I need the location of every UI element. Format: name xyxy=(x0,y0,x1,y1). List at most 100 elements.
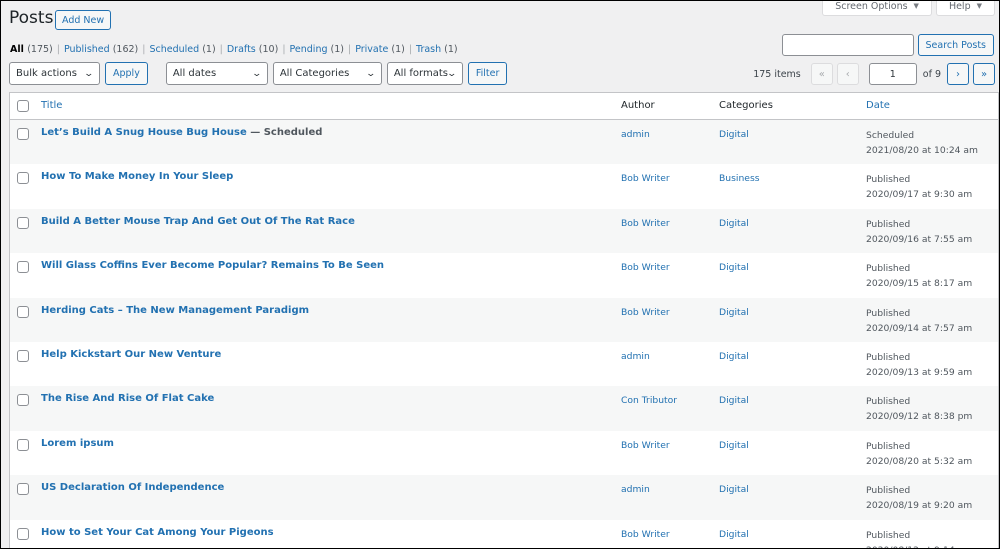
post-date: 2020/09/17 at 9:30 am xyxy=(866,189,973,201)
filter-label: Published xyxy=(63,44,110,55)
filter-count: (1) xyxy=(391,44,405,55)
post-title-link[interactable]: Lorem ipsum xyxy=(41,438,114,449)
filter-link-scheduled[interactable]: Scheduled (1) xyxy=(149,44,215,55)
post-author-link[interactable]: Bob Writer xyxy=(621,529,670,540)
post-category-link[interactable]: Digital xyxy=(719,351,749,362)
post-date-cell: Published 2020/09/13 at 9:59 am xyxy=(866,350,972,380)
date-filter-select[interactable]: All dates ⌄ xyxy=(165,62,268,85)
post-category-link[interactable]: Digital xyxy=(719,440,749,451)
post-date-cell: Published 2020/09/15 at 8:17 am xyxy=(866,261,972,291)
post-category-link[interactable]: Business xyxy=(719,173,760,184)
row-checkbox[interactable] xyxy=(17,483,29,496)
post-title-link[interactable]: Will Glass Coffins Ever Become Popular? … xyxy=(41,260,384,271)
help-button[interactable]: Help ▼ xyxy=(935,1,995,16)
post-title-link[interactable]: Build A Better Mouse Trap And Get Out Of… xyxy=(41,216,355,227)
filter-link-pending[interactable]: Pending (1) xyxy=(290,44,344,55)
filter-label: Scheduled xyxy=(149,44,200,55)
post-title-link[interactable]: Help Kickstart Our New Venture xyxy=(41,349,221,360)
row-checkbox[interactable] xyxy=(17,172,29,185)
post-author-link[interactable]: Bob Writer xyxy=(621,440,670,451)
filter-label: Private xyxy=(355,44,389,55)
current-page-input[interactable]: 1 xyxy=(868,63,917,85)
row-checkbox[interactable] xyxy=(17,438,29,451)
bulk-actions-value: Bulk actions xyxy=(16,68,77,79)
table-row: Will Glass Coffins Ever Become Popular? … xyxy=(10,253,998,297)
post-author-link[interactable]: Bob Writer xyxy=(621,307,670,318)
filter-label: Pending xyxy=(289,44,328,55)
post-title-link[interactable]: How to Set Your Cat Among Your Pigeons xyxy=(41,527,274,538)
bulk-actions-select[interactable]: Bulk actions ⌄ xyxy=(9,62,100,85)
filter-link-private[interactable]: Private (1) xyxy=(355,44,405,55)
post-category-link[interactable]: Digital xyxy=(719,484,749,495)
filter-count: (10) xyxy=(258,44,279,55)
categories-column-header: Categories xyxy=(719,100,773,111)
prev-page-button[interactable]: ‹ xyxy=(836,63,859,85)
search-box: Search Posts xyxy=(781,34,994,56)
post-category-link[interactable]: Digital xyxy=(719,218,749,229)
row-checkbox[interactable] xyxy=(17,305,29,318)
row-checkbox[interactable] xyxy=(17,261,29,274)
post-author-link[interactable]: Bob Writer xyxy=(621,262,670,273)
status-filter-links: All (175) | Published (162) | Scheduled (1) |… xyxy=(10,44,458,55)
row-checkbox[interactable] xyxy=(17,349,29,362)
post-status: Published xyxy=(866,485,911,497)
next-page-button[interactable]: › xyxy=(947,63,969,85)
post-status: Published xyxy=(866,351,911,363)
post-status: Published xyxy=(866,529,911,541)
apply-button[interactable]: Apply xyxy=(105,62,148,85)
filter-count: (1) xyxy=(330,44,344,55)
row-checkbox[interactable] xyxy=(17,527,29,540)
first-page-button[interactable]: « xyxy=(810,63,833,85)
post-date: 2020/09/16 at 7:55 am xyxy=(866,233,973,245)
post-author-link[interactable]: admin xyxy=(621,129,650,140)
row-checkbox[interactable] xyxy=(17,216,29,229)
post-author-link[interactable]: Bob Writer xyxy=(621,218,670,229)
post-title-link[interactable]: How To Make Money In Your Sleep xyxy=(41,171,233,182)
author-column-header: Author xyxy=(621,100,655,111)
last-page-button[interactable]: » xyxy=(973,63,995,85)
format-filter-value: All formats xyxy=(393,68,448,79)
search-posts-button[interactable]: Search Posts xyxy=(917,34,994,56)
post-title-link[interactable]: Herding Cats – The New Management Paradi… xyxy=(41,305,309,316)
post-author-link[interactable]: admin xyxy=(621,484,650,495)
filter-link-all[interactable]: All (175) xyxy=(10,44,53,55)
post-date-cell: Published 2020/09/14 at 7:57 am xyxy=(866,306,972,336)
table-row: Let’s Build A Snug House Bug House — Sch… xyxy=(10,120,998,165)
post-title-link[interactable]: The Rise And Rise Of Flat Cake xyxy=(41,393,214,404)
row-checkbox[interactable] xyxy=(17,128,29,140)
filter-link-published[interactable]: Published (162) xyxy=(64,44,138,55)
filter-count: (1) xyxy=(444,44,458,55)
row-checkbox[interactable] xyxy=(17,394,29,407)
posts-table: Title Author Categories Date Let’s Build… xyxy=(9,92,999,548)
category-filter-select[interactable]: All Categories ⌄ xyxy=(272,62,382,85)
filter-link-drafts[interactable]: Drafts (10) xyxy=(227,44,278,55)
search-input[interactable] xyxy=(781,34,914,56)
post-title-cell: Let’s Build A Snug House Bug House — Sch… xyxy=(41,127,322,138)
filter-button[interactable]: Filter xyxy=(467,62,508,85)
chevron-down-icon: ⌄ xyxy=(365,68,377,79)
post-date-cell: Published 2020/09/16 at 7:55 am xyxy=(866,217,972,247)
add-new-button[interactable]: Add New xyxy=(55,10,112,30)
post-title-cell: Lorem ipsum xyxy=(41,438,114,449)
table-row: The Rise And Rise Of Flat Cake Con Tribut… xyxy=(10,386,998,431)
post-category-link[interactable]: Digital xyxy=(719,395,749,406)
title-column-header[interactable]: Title xyxy=(41,100,62,111)
post-category-link[interactable]: Digital xyxy=(719,262,749,273)
date-column-header[interactable]: Date xyxy=(866,100,890,111)
filter-separator: | xyxy=(348,44,352,55)
post-status: Published xyxy=(866,440,911,452)
post-author-link[interactable]: Bob Writer xyxy=(621,173,670,184)
format-filter-select[interactable]: All formats ⌄ xyxy=(386,62,463,85)
filter-label: All xyxy=(10,44,24,55)
post-category-link[interactable]: Digital xyxy=(719,307,749,318)
post-author-link[interactable]: admin xyxy=(621,351,650,362)
post-category-link[interactable]: Digital xyxy=(719,129,749,140)
select-all-checkbox[interactable] xyxy=(17,100,29,112)
post-status: Published xyxy=(866,263,911,275)
post-title-link[interactable]: US Declaration Of Independence xyxy=(41,482,224,493)
post-author-link[interactable]: Con Tributor xyxy=(621,395,677,406)
post-category-link[interactable]: Digital xyxy=(719,529,749,540)
post-title-link[interactable]: Let’s Build A Snug House Bug House xyxy=(41,127,247,138)
filter-link-trash[interactable]: Trash (1) xyxy=(416,44,458,55)
screen-options-button[interactable]: Screen Options ▼ xyxy=(822,1,932,16)
